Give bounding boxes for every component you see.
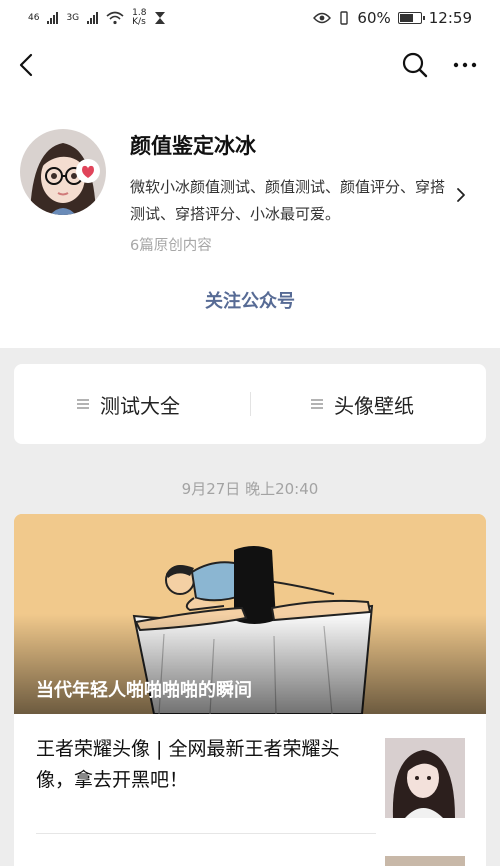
signal-icon [47,12,59,24]
account-menu: 测试大全 头像壁纸 [14,364,486,444]
cover-title[interactable]: 当代年轻人啪啪啪啪的瞬间 [36,676,252,702]
article-divider [36,833,376,834]
network-type-1: 46 [28,13,40,23]
hourglass-icon [155,12,166,24]
menu-item-wallpapers[interactable]: 头像壁纸 [310,364,414,444]
clock: 12:59 [428,9,472,27]
article-card: 当代年轻人啪啪啪啪的瞬间 王者荣耀头像 | 全网最新王者荣耀头像，拿去开黑吧！ [14,514,486,866]
original-article-count: 6篇原创内容 [130,238,212,254]
status-bar: 46 3G 1.8 K/s 60% 12:59 [0,0,500,36]
follow-button[interactable]: 关注公众号 [0,287,500,313]
wifi-icon [106,11,124,25]
avatar[interactable] [20,129,106,215]
menu-item-label: 测试大全 [100,393,180,418]
battery-icon [397,12,425,24]
status-left: 46 3G 1.8 K/s [28,9,166,27]
account-description[interactable]: 微软小冰颜值测试、颜值测试、颜值评分、穿搭测试、穿搭评分、小冰最可爱。 [130,174,450,228]
vibrate-icon [340,11,349,25]
eye-icon [313,12,332,24]
chevron-right-icon[interactable] [455,187,467,203]
article-thumbnail[interactable] [385,738,465,818]
menu-item-tests[interactable]: 测试大全 [76,364,180,444]
menu-divider [250,392,251,416]
post-date: 9月27日 晚上20:40 [181,480,319,498]
network-type-2: 3G [66,13,80,23]
nav-bar [0,36,500,94]
menu-list-icon [311,399,323,409]
battery-percent: 60% [357,9,391,27]
signal-icon-2 [87,12,99,24]
more-icon[interactable] [450,50,480,80]
account-name: 颜值鉴定冰冰 [130,134,256,158]
search-icon[interactable] [400,50,430,80]
chevron-left-icon[interactable] [14,50,40,80]
menu-list-icon [77,399,89,409]
status-right: 60% 12:59 [313,9,472,27]
article-title[interactable]: 王者荣耀头像 | 全网最新王者荣耀头像，拿去开黑吧！ [36,734,366,796]
menu-item-label: 头像壁纸 [334,393,414,418]
network-speed: 1.8 K/s [132,8,147,27]
profile-section: 颜值鉴定冰冰 微软小冰颜值测试、颜值测试、颜值评分、穿搭测试、穿搭评分、小冰最可… [0,94,500,348]
cover-image[interactable]: 当代年轻人啪啪啪啪的瞬间 [14,514,486,714]
next-article-thumbnail[interactable] [385,856,465,866]
